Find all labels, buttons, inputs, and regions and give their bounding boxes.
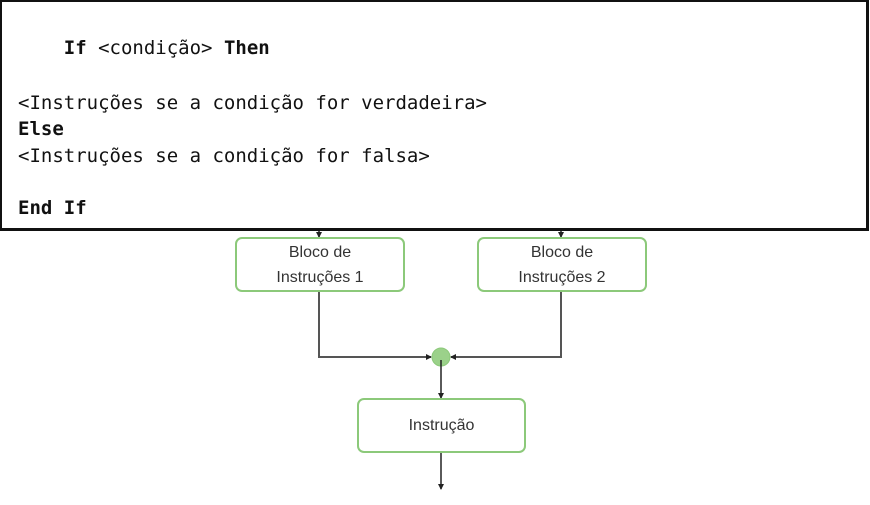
block-instructions-2: Bloco de Instruções 2	[477, 237, 647, 292]
block-1-line-1: Bloco de	[288, 243, 352, 261]
code-box: If <condição> Then <Instruções se a cond…	[0, 0, 869, 231]
block-instruction: Instrução	[357, 398, 526, 453]
block-2-line-2: Instruções 2	[518, 268, 606, 286]
code-line-else: Else	[18, 118, 64, 140]
connector-block-1-to-merge	[318, 291, 432, 360]
block-2-line-1: Bloco de	[530, 243, 594, 261]
block-1-line-2: Instruções 1	[276, 268, 364, 286]
keyword-if: If	[63, 37, 87, 59]
code-line-false-instructions: <Instruções se a condição for falsa>	[18, 145, 430, 167]
code-line-end-if: End If	[18, 197, 87, 219]
condition-placeholder: <condição>	[86, 37, 224, 59]
block-instructions-1: Bloco de Instruções 1	[235, 237, 405, 292]
connector-block-2-to-merge	[450, 291, 562, 360]
code-line-if: If <condição> Then	[18, 15, 270, 81]
instruction-label: Instrução	[408, 417, 475, 434]
keyword-then: Then	[223, 37, 270, 59]
code-line-true-instructions: <Instruções se a condição for verdadeira…	[18, 92, 487, 114]
